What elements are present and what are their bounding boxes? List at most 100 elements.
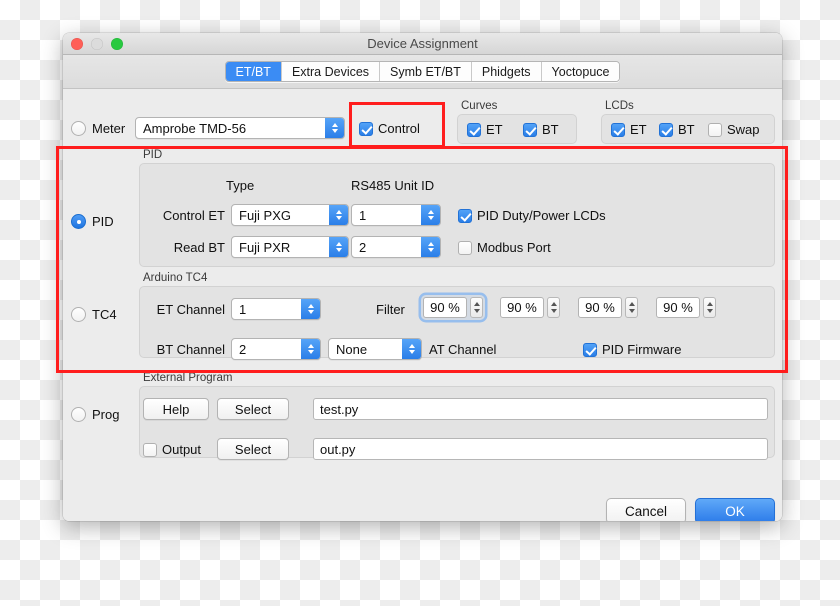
- chevron-updown-icon[interactable]: [301, 339, 320, 359]
- filter-spinner-1[interactable]: 90 %: [421, 295, 485, 320]
- filter-stepper-2[interactable]: [547, 297, 560, 318]
- curves-et-checkbox[interactable]: [467, 122, 481, 137]
- output-checkbox[interactable]: [143, 442, 157, 457]
- pid-radio-row[interactable]: PID: [71, 214, 114, 229]
- tab-symb-et-bt[interactable]: Symb ET/BT: [380, 62, 472, 81]
- meter-radio[interactable]: [71, 121, 86, 136]
- filter-spinner-2[interactable]: 90 %: [500, 297, 560, 318]
- program-path-input[interactable]: test.py: [313, 398, 768, 420]
- chevron-updown-icon[interactable]: [329, 205, 348, 225]
- pid-read-bt-unit-value: 2: [359, 239, 367, 255]
- tc4-group-label: Arduino TC4: [143, 272, 208, 284]
- lcds-et-checkbox[interactable]: [611, 122, 625, 137]
- tc4-radio-label: TC4: [92, 307, 117, 322]
- at-channel-label: AT Channel: [429, 342, 497, 357]
- help-button[interactable]: Help: [143, 398, 209, 420]
- pid-control-et-unit-popup[interactable]: 1: [351, 204, 441, 226]
- lcds-swap-checkbox[interactable]: [708, 122, 722, 137]
- meter-radio-label: Meter: [92, 121, 126, 136]
- lcds-et-row[interactable]: ET: [611, 122, 647, 137]
- curves-bt-checkbox[interactable]: [523, 122, 537, 137]
- program-select-button[interactable]: Select: [217, 398, 289, 420]
- et-channel-popup[interactable]: 1: [231, 298, 321, 320]
- lcds-bt-label: BT: [678, 122, 695, 137]
- pid-control-et-type-value: Fuji PXG: [239, 207, 292, 223]
- control-checkbox-label: Control: [378, 121, 420, 136]
- at-channel-popup[interactable]: None: [328, 338, 422, 360]
- control-checkbox[interactable]: [359, 121, 373, 136]
- dialog-content: Meter Amprobe TMD-56 Control Curves ET B…: [63, 89, 782, 521]
- curves-bt-label: BT: [542, 122, 559, 137]
- pid-radio-label: PID: [92, 214, 114, 229]
- pid-read-bt-unit-popup[interactable]: 2: [351, 236, 441, 258]
- lcds-swap-label: Swap: [727, 122, 760, 137]
- lcds-bt-checkbox[interactable]: [659, 122, 673, 137]
- meter-radio-row[interactable]: Meter: [71, 121, 125, 136]
- pid-firmware-row[interactable]: PID Firmware: [583, 342, 681, 357]
- pid-read-bt-type-popup[interactable]: Fuji PXR: [231, 236, 349, 258]
- pid-control-et-label: Control ET: [162, 208, 225, 223]
- prog-radio[interactable]: [71, 407, 86, 422]
- cancel-button[interactable]: Cancel: [606, 498, 686, 521]
- pid-read-bt-label: Read BT: [173, 240, 225, 255]
- chevron-updown-icon[interactable]: [301, 299, 320, 319]
- ok-button[interactable]: OK: [695, 498, 775, 521]
- lcds-et-label: ET: [630, 122, 647, 137]
- lcds-bt-row[interactable]: BT: [659, 122, 695, 137]
- filter-value-2[interactable]: 90 %: [500, 297, 544, 318]
- lcds-group-label: LCDs: [605, 100, 634, 112]
- filter-value-1[interactable]: 90 %: [423, 297, 467, 318]
- pid-duty-power-lcds-row[interactable]: PID Duty/Power LCDs: [458, 208, 606, 223]
- pid-type-column-header: Type: [226, 178, 255, 193]
- output-checkbox-label: Output: [162, 442, 202, 457]
- pid-control-et-unit-value: 1: [359, 207, 367, 223]
- tab-et-bt[interactable]: ET/BT: [225, 62, 282, 81]
- filter-value-4[interactable]: 90 %: [656, 297, 700, 318]
- chevron-updown-icon[interactable]: [325, 118, 344, 138]
- window-titlebar: Device Assignment: [63, 33, 782, 55]
- pid-firmware-checkbox[interactable]: [583, 342, 597, 357]
- filter-stepper-4[interactable]: [703, 297, 716, 318]
- filter-label: Filter: [376, 302, 405, 317]
- filter-spinner-3[interactable]: 90 %: [578, 297, 638, 318]
- chevron-updown-icon[interactable]: [421, 205, 440, 225]
- filter-spinner-4[interactable]: 90 %: [656, 297, 716, 318]
- modbus-port-row[interactable]: Modbus Port: [458, 240, 551, 255]
- curves-bt-row[interactable]: BT: [523, 122, 559, 137]
- tc4-radio-row[interactable]: TC4: [71, 307, 117, 322]
- output-select-button[interactable]: Select: [217, 438, 289, 460]
- filter-stepper-1[interactable]: [470, 297, 483, 318]
- meter-device-value: Amprobe TMD-56: [143, 120, 247, 136]
- tc4-radio[interactable]: [71, 307, 86, 322]
- pid-duty-power-lcds-checkbox[interactable]: [458, 208, 472, 223]
- pid-group-label: PID: [143, 149, 163, 161]
- tab-phidgets[interactable]: Phidgets: [471, 62, 542, 81]
- prog-radio-row[interactable]: Prog: [71, 407, 119, 422]
- pid-firmware-label: PID Firmware: [602, 342, 682, 357]
- tab-group: ET/BT Extra Devices Symb ET/BT Phidgets …: [224, 61, 621, 82]
- pid-unit-column-header: RS485 Unit ID: [351, 178, 435, 193]
- window-title: Device Assignment: [367, 36, 478, 51]
- et-channel-label: ET Channel: [156, 302, 225, 317]
- tab-extra-devices[interactable]: Extra Devices: [281, 62, 381, 81]
- curves-et-row[interactable]: ET: [467, 122, 503, 137]
- tab-yoctopuce[interactable]: Yoctopuce: [541, 62, 620, 81]
- filter-value-3[interactable]: 90 %: [578, 297, 622, 318]
- modbus-port-checkbox[interactable]: [458, 240, 472, 255]
- bt-channel-value: 2: [239, 341, 247, 357]
- pid-duty-power-lcds-label: PID Duty/Power LCDs: [477, 208, 606, 223]
- lcds-swap-row[interactable]: Swap: [708, 122, 760, 137]
- filter-stepper-3[interactable]: [625, 297, 638, 318]
- pid-radio[interactable]: [71, 214, 86, 229]
- modbus-port-label: Modbus Port: [477, 240, 551, 255]
- control-checkbox-row[interactable]: Control: [359, 121, 420, 136]
- chevron-updown-icon[interactable]: [329, 237, 348, 257]
- chevron-updown-icon[interactable]: [402, 339, 421, 359]
- output-checkbox-row[interactable]: Output: [143, 442, 201, 457]
- curves-et-label: ET: [486, 122, 503, 137]
- bt-channel-popup[interactable]: 2: [231, 338, 321, 360]
- pid-control-et-type-popup[interactable]: Fuji PXG: [231, 204, 349, 226]
- output-path-input[interactable]: out.py: [313, 438, 768, 460]
- chevron-updown-icon[interactable]: [421, 237, 440, 257]
- meter-device-popup[interactable]: Amprobe TMD-56: [135, 117, 345, 139]
